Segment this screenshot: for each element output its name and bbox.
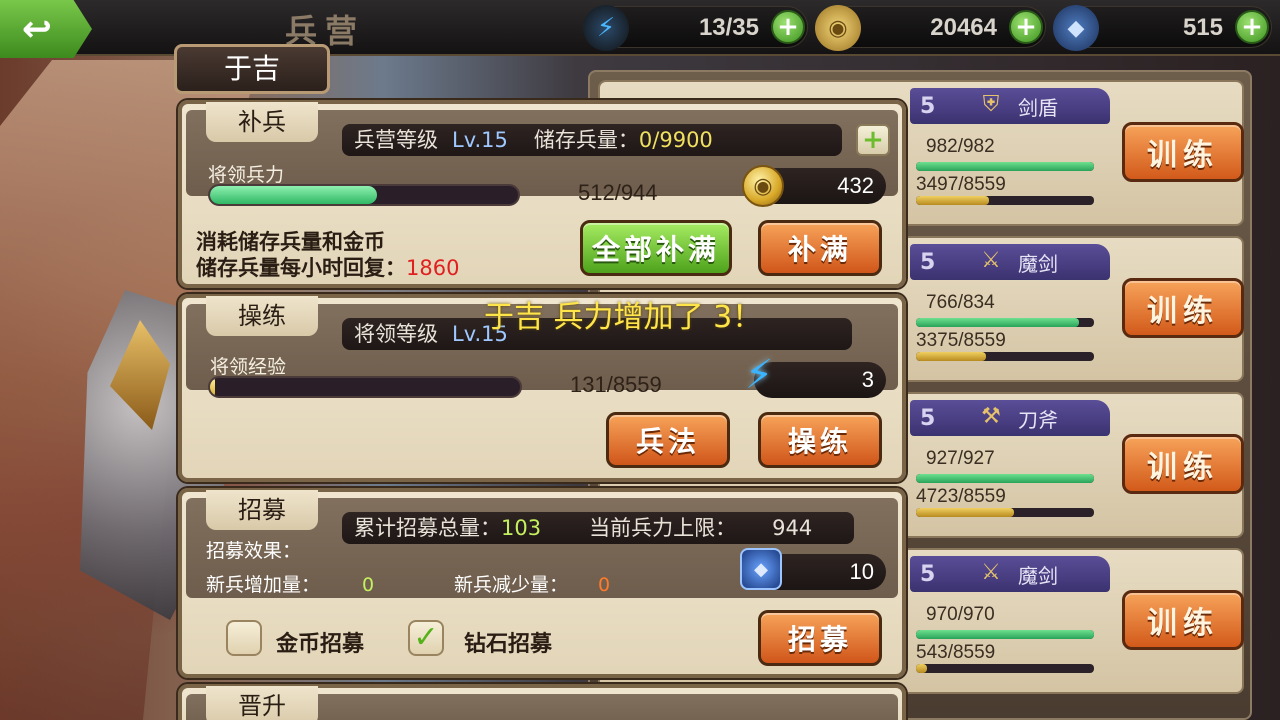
coin-icon: ◉	[742, 165, 784, 207]
unit-hp: 927/927	[926, 448, 995, 469]
unit-level: 5	[920, 93, 936, 119]
unit-exp-bar	[916, 508, 1094, 517]
add-gem-button[interactable]: +	[1235, 10, 1269, 44]
stored-value: 0/9900	[638, 128, 713, 152]
unit-hp-bar	[916, 318, 1094, 327]
unit-type: 魔剑	[1018, 251, 1058, 276]
increase-row: 新兵增加量： 0	[206, 574, 375, 596]
add-gold-button[interactable]: +	[1009, 10, 1043, 44]
cap-label: 当前兵力上限：	[589, 516, 737, 540]
train-button[interactable]: 训练	[1122, 278, 1244, 338]
total-value: 103	[501, 516, 542, 540]
exp-gauge	[208, 376, 522, 398]
effect-label: 招募效果：	[206, 540, 302, 562]
unit-level: 5	[920, 561, 936, 587]
cap-value: 944	[772, 516, 813, 540]
fill-all-button[interactable]: 全部补满	[580, 220, 732, 276]
unit-exp-bar	[916, 664, 1094, 673]
unit-exp: 3375/8559	[916, 330, 1006, 351]
fill-button[interactable]: 补满	[758, 220, 882, 276]
total-label: 累计招募总量：	[354, 516, 501, 540]
barracks-level: Lv.15	[452, 128, 508, 152]
troops-value: 512/944	[578, 180, 658, 205]
recruit-info: 累计招募总量：103 当前兵力上限： 944	[342, 512, 854, 544]
promotion-title: 晋升	[206, 686, 318, 720]
gem-icon: ◆	[1053, 5, 1099, 51]
gem-counter: ◆ 515 +	[1053, 5, 1272, 51]
unit-tag: 5 ⚒ 刀斧	[910, 400, 1110, 436]
add-storage-button[interactable]: +	[856, 124, 890, 156]
add-energy-button[interactable]: +	[771, 10, 805, 44]
stored-label: 储存兵量：	[533, 128, 639, 152]
unit-type: 刀斧	[1018, 407, 1058, 432]
gem-value: 515	[1182, 14, 1223, 41]
unit-hp-bar	[916, 162, 1094, 171]
unit-exp-bar	[916, 352, 1094, 361]
troop-increase-notice: 于吉 兵力增加了 3！	[484, 300, 763, 335]
regen-value: 1860	[406, 256, 460, 280]
increase-value: 0	[362, 574, 375, 596]
replenish-desc-2: 储存兵量每小时回复：1860	[196, 256, 460, 280]
energy-counter: ⚡ 13/35 +	[583, 5, 808, 51]
barracks-info: 兵营等级 Lv.15 储存兵量：0/9900	[342, 124, 842, 156]
lightning-icon: ⚡	[744, 352, 774, 398]
unit-hp: 766/834	[926, 292, 995, 313]
train-button[interactable]: 训练	[1122, 590, 1244, 650]
replenish-title: 补兵	[206, 102, 318, 142]
decrease-row: 新兵减少量： 0	[454, 574, 611, 596]
unit-hp-bar	[916, 474, 1094, 483]
gold-recruit-label: 金币招募	[276, 632, 365, 657]
unit-type: 魔剑	[1018, 563, 1058, 588]
coin-icon: ◉	[815, 5, 861, 51]
decrease-value: 0	[598, 574, 611, 596]
unit-type: 剑盾	[1018, 95, 1058, 120]
unit-tag: 5 ⚔ 魔剑	[910, 244, 1110, 280]
unit-hp-bar	[916, 630, 1094, 639]
drill-button[interactable]: 操练	[758, 412, 882, 468]
troops-gauge	[208, 184, 520, 206]
troops-label: 将领兵力	[208, 164, 285, 186]
recruit-section: 招募 累计招募总量：103 当前兵力上限： 944 招募效果： 新兵增加量： 0 新兵…	[178, 488, 906, 678]
shield-icon: ⛨	[982, 92, 1000, 117]
train-button[interactable]: 训练	[1122, 434, 1244, 494]
unit-exp: 4723/8559	[916, 486, 1006, 507]
sword-icon: ⚔	[981, 248, 1001, 273]
tactics-button[interactable]: 兵法	[606, 412, 730, 468]
promotion-section: 晋升	[178, 684, 906, 720]
unit-tag: 5 ⛨ 剑盾	[910, 88, 1110, 124]
unit-exp: 543/8559	[916, 642, 996, 663]
unit-level: 5	[920, 249, 936, 275]
lightning-icon: ⚡	[583, 5, 629, 51]
gem-icon: ◆	[740, 548, 782, 590]
recruit-title: 招募	[206, 490, 318, 530]
recruit-button[interactable]: 招募	[758, 610, 882, 666]
gold-counter: ◉ 20464 +	[815, 5, 1046, 51]
unit-exp-bar	[916, 196, 1094, 205]
unit-tag: 5 ⚔ 魔剑	[910, 556, 1110, 592]
sword-icon: ⚔	[981, 560, 1001, 585]
unit-hp: 982/982	[926, 136, 995, 157]
barracks-level-label: 兵营等级	[354, 128, 438, 152]
gold-recruit-checkbox[interactable]	[226, 620, 262, 656]
gem-recruit-checkbox[interactable]: ✓	[408, 620, 444, 656]
exp-label: 将领经验	[210, 356, 287, 378]
exp-value: 131/8559	[570, 372, 662, 397]
general-name-tab: 于吉	[174, 44, 330, 94]
back-button[interactable]: ↩	[0, 0, 92, 58]
general-level-label: 将领等级	[354, 322, 438, 346]
drill-title: 操练	[206, 296, 318, 336]
unit-level: 5	[920, 405, 936, 431]
unit-exp: 3497/8559	[916, 174, 1006, 195]
gold-value: 20464	[930, 14, 997, 41]
energy-value: 13/35	[698, 14, 759, 41]
axe-icon: ⚒	[981, 404, 1001, 429]
unit-hp: 970/970	[926, 604, 995, 625]
train-button[interactable]: 训练	[1122, 122, 1244, 182]
replenish-section: 补兵 兵营等级 Lv.15 储存兵量：0/9900 + 将领兵力 512/944 4…	[178, 100, 906, 288]
gem-recruit-label: 钻石招募	[464, 632, 553, 657]
